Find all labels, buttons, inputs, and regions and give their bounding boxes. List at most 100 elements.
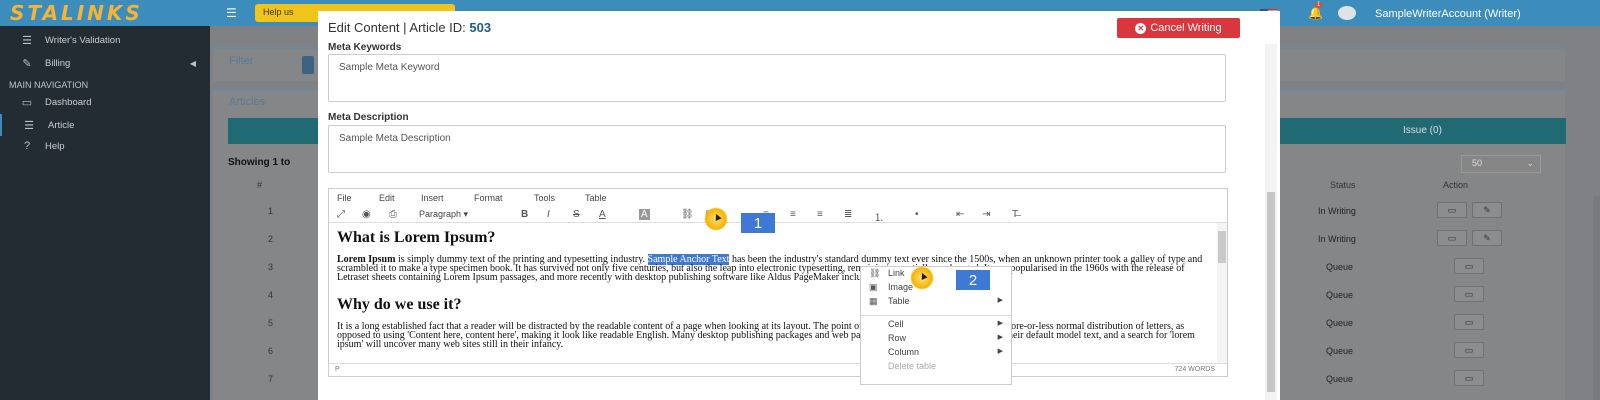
modal-title-text: Edit Content | Article ID: xyxy=(328,20,470,35)
context-item-label: Row xyxy=(888,333,907,343)
view-button[interactable]: ▭ xyxy=(1454,314,1484,330)
context-item-cell[interactable]: Cell ▶ xyxy=(861,319,1011,333)
context-item-label: Cell xyxy=(888,319,904,329)
meta-keywords-textarea[interactable]: Sample Meta Keyword xyxy=(328,54,1226,102)
edit-button[interactable]: ✎ xyxy=(1472,230,1502,246)
sidebar-item-writers-validation[interactable]: ☰ Writer's Validation xyxy=(0,29,210,51)
view-button[interactable]: ▭ xyxy=(1454,286,1484,302)
element-path[interactable]: P xyxy=(335,366,340,373)
monitor-icon: ▭ xyxy=(1464,260,1474,271)
row-number: 4 xyxy=(268,290,274,300)
print-icon[interactable]: ⎙ xyxy=(389,209,397,220)
context-menu-divider xyxy=(861,315,1011,316)
submenu-arrow-icon: ▶ xyxy=(997,348,1003,355)
context-item-label: Column xyxy=(888,347,920,357)
link-icon[interactable]: ⛓ xyxy=(681,209,694,220)
indent-icon[interactable]: ⇥ xyxy=(982,209,990,220)
dashboard-icon: ▭ xyxy=(21,96,33,109)
menu-tools[interactable]: Tools xyxy=(534,193,555,203)
row-number: 3 xyxy=(268,262,274,272)
menu-format[interactable]: Format xyxy=(474,193,503,203)
avatar[interactable] xyxy=(1338,6,1356,20)
row-status: Queue xyxy=(1326,346,1354,356)
modal-scrollbar-thumb[interactable] xyxy=(1267,192,1275,392)
meta-description-textarea[interactable]: Sample Meta Description xyxy=(328,125,1226,173)
filter-title: Filter xyxy=(229,55,254,67)
row-number: 5 xyxy=(268,318,274,328)
bullet-list-icon[interactable]: • xyxy=(915,209,919,220)
cancel-writing-label: Cancel Writing xyxy=(1150,22,1222,34)
context-item-column[interactable]: Column ▶ xyxy=(861,347,1011,361)
sidebar-item-label: Article xyxy=(48,119,75,131)
strikethrough-icon[interactable]: S xyxy=(573,209,580,220)
sidebar-item-label: Writer's Validation xyxy=(45,34,121,46)
align-right-icon[interactable]: ≡ xyxy=(817,209,823,220)
pencil-icon: ✎ xyxy=(1483,232,1491,243)
page-size-select[interactable]: 50 ⌄ xyxy=(1461,155,1541,173)
sidebar-item-billing[interactable]: ✎ Billing ◀ xyxy=(0,52,210,74)
sidebar-section-header: MAIN NAVIGATION xyxy=(9,80,89,90)
context-item-label: Link xyxy=(888,268,905,278)
context-item-table[interactable]: ▦ Table ▶ xyxy=(861,296,1011,310)
outdent-icon[interactable]: ⇤ xyxy=(956,209,964,220)
align-center-icon[interactable]: ≡ xyxy=(790,209,796,220)
page-size-value: 50 xyxy=(1472,158,1483,168)
editor-content[interactable]: What is Lorem Ipsum? Lorem Ipsum is simp… xyxy=(329,223,1214,363)
row-number: 6 xyxy=(268,346,274,356)
monitor-icon: ▭ xyxy=(1447,204,1457,215)
view-button[interactable]: ▭ xyxy=(1437,230,1467,246)
logo[interactable]: STALINKS xyxy=(0,0,210,26)
menu-insert[interactable]: Insert xyxy=(421,193,444,203)
clear-formatting-icon[interactable]: T̶ xyxy=(1012,209,1018,220)
context-item-label: Delete table xyxy=(888,361,937,371)
context-item-delete-table: Delete table xyxy=(861,361,1011,375)
check-list-icon: ☰ xyxy=(24,119,34,132)
link-icon: ⛓ xyxy=(869,268,881,278)
italic-icon[interactable]: I xyxy=(547,209,550,220)
sidebar-item-help[interactable]: ? Help xyxy=(0,135,210,157)
fullscreen-icon[interactable]: ⤢ xyxy=(337,209,345,220)
page-scrollbar[interactable] xyxy=(1593,196,1600,400)
menu-file[interactable]: File xyxy=(337,193,352,203)
background-color-icon[interactable]: A xyxy=(639,209,650,220)
menu-table[interactable]: Table xyxy=(585,193,607,203)
edit-content-modal: Edit Content | Article ID: 503 ✕ Cancel W… xyxy=(318,11,1280,400)
sidebar-item-dashboard[interactable]: ▭ Dashboard xyxy=(0,91,210,113)
edit-button[interactable]: ✎ xyxy=(1472,202,1502,218)
row-status: Queue xyxy=(1326,318,1354,328)
format-select-value: Paragraph xyxy=(419,209,462,219)
sidebar-item-label: Help xyxy=(45,140,65,152)
modal-scrollbar[interactable] xyxy=(1265,44,1277,400)
text-color-icon[interactable]: A xyxy=(599,209,606,220)
row-number: 7 xyxy=(268,374,274,384)
sidebar-item-article[interactable]: ☰ Article xyxy=(0,114,210,136)
sidebar-item-label: Dashboard xyxy=(45,96,92,108)
monitor-icon: ▭ xyxy=(1464,316,1474,327)
view-button[interactable]: ▭ xyxy=(1454,342,1484,358)
context-item-row[interactable]: Row ▶ xyxy=(861,333,1011,347)
close-icon: ✕ xyxy=(1135,22,1147,34)
question-icon: ? xyxy=(23,140,31,152)
row-status: Queue xyxy=(1326,374,1354,384)
view-button[interactable]: ▭ xyxy=(1454,258,1484,274)
view-button[interactable]: ▭ xyxy=(1437,202,1467,218)
editor-scrollbar[interactable] xyxy=(1217,223,1227,363)
app-root: STALINKS ☰ Writer's Validation ✎ Billing… xyxy=(0,0,1600,400)
align-justify-icon[interactable]: ≣ xyxy=(844,209,852,220)
menu-edit[interactable]: Edit xyxy=(379,193,395,203)
filter-toggle-button[interactable] xyxy=(302,56,314,74)
format-select[interactable]: Paragraph ▾ xyxy=(419,209,468,220)
submenu-arrow-icon: ▶ xyxy=(997,297,1003,304)
showing-entries-text: Showing 1 to xyxy=(228,157,291,168)
bell-icon[interactable]: 🔔 xyxy=(1308,6,1323,20)
step-marker-2: 2 xyxy=(956,270,990,290)
cancel-writing-button[interactable]: ✕ Cancel Writing xyxy=(1117,18,1240,38)
bold-icon[interactable]: B xyxy=(521,209,528,220)
view-button[interactable]: ▭ xyxy=(1454,370,1484,386)
user-menu[interactable]: SampleWriterAccount (Writer) xyxy=(1375,8,1521,20)
hamburger-menu-icon[interactable]: ☰ xyxy=(226,6,237,20)
editor-scrollbar-thumb[interactable] xyxy=(1218,231,1226,263)
numbered-list-icon[interactable]: ⒈ xyxy=(874,209,884,224)
preview-eye-icon[interactable]: ◉ xyxy=(362,209,371,220)
column-header-status: Status xyxy=(1330,180,1356,190)
